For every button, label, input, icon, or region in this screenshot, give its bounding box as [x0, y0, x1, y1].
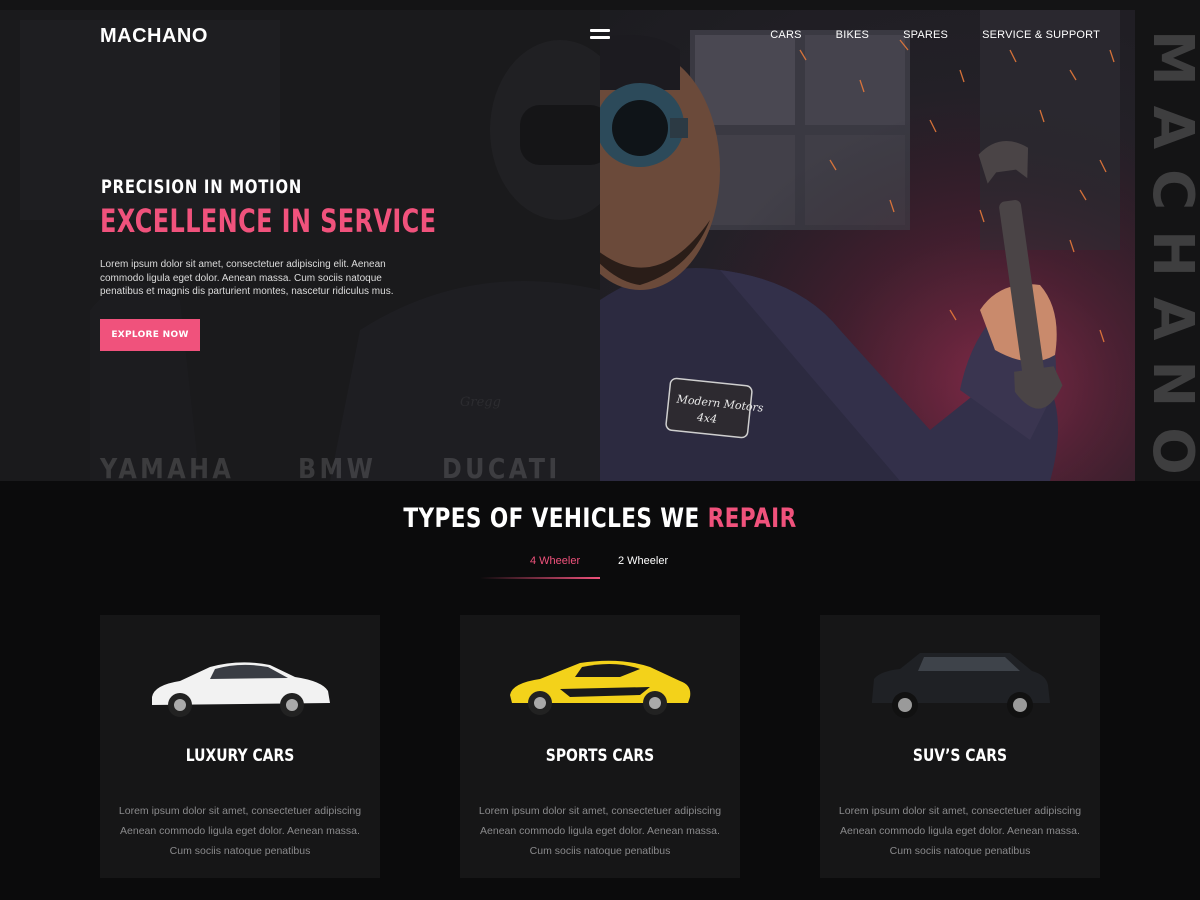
hero-section: Gregg Modern Motors 4x4 MACHANO MACHANO …	[0, 0, 1200, 481]
nav-cars[interactable]: CARS	[770, 29, 801, 41]
vertical-brand-text: MACHANO	[1140, 30, 1200, 481]
ghost-mechanic-image: Gregg	[0, 10, 600, 481]
card-line: Aenean commodo ligula eget dolor. Aenean…	[120, 825, 360, 837]
card-line: Lorem ipsum dolor sit amet, consectetuer…	[118, 805, 362, 817]
hero-top-strip	[0, 0, 1200, 10]
nav-spares[interactable]: SPARES	[903, 29, 948, 41]
card-line: Cum sociis natoque penatibus	[889, 845, 1031, 857]
brand-bmw: BMW	[298, 452, 377, 481]
suv-car-image	[872, 653, 1050, 718]
patch-line2: 4x4	[695, 411, 717, 426]
sports-car-image	[510, 660, 691, 715]
main-nav: CARS BIKES SPARES SERVICE & SUPPORT	[770, 29, 1100, 41]
card-line: Aenean commodo ligula eget dolor. Aenean…	[480, 825, 720, 837]
explore-now-button[interactable]: EXPLORE NOW	[100, 319, 200, 351]
nav-service-support[interactable]: SERVICE & SUPPORT	[982, 29, 1100, 41]
mechanic-photo: Modern Motors 4x4	[600, 10, 1135, 481]
tab-4-wheeler[interactable]: 4 Wheeler	[530, 555, 580, 567]
luxury-car-image	[152, 662, 330, 717]
card-description: Lorem ipsum dolor sit amet, consectetuer…	[820, 801, 1100, 861]
brand-strip: YAMAHA BMW DUCATI	[100, 452, 562, 481]
nav-bikes[interactable]: BIKES	[836, 29, 869, 41]
hero-title: EXCELLENCE IN SERVICE	[100, 202, 437, 240]
vehicle-card-luxury[interactable]: LUXURY CARS Lorem ipsum dolor sit amet, …	[100, 615, 380, 878]
hero-kicker: PRECISION IN MOTION	[101, 176, 303, 198]
ghost-name-text: Gregg	[460, 395, 501, 410]
card-line: Lorem ipsum dolor sit amet, consectetuer…	[838, 805, 1082, 817]
card-title: SUV’S CARS	[912, 746, 1008, 766]
vehicle-card-suv[interactable]: SUV’S CARS Lorem ipsum dolor sit amet, c…	[820, 615, 1100, 878]
card-line: Cum sociis natoque penatibus	[169, 845, 311, 857]
tab-2-wheeler[interactable]: 2 Wheeler	[618, 555, 668, 567]
vehicle-card-sports[interactable]: SPORTS CARS Lorem ipsum dolor sit amet, …	[460, 615, 740, 878]
card-line: Lorem ipsum dolor sit amet, consectetuer…	[478, 805, 722, 817]
active-tab-underline	[480, 577, 600, 579]
hero-photo: Modern Motors 4x4	[600, 10, 1135, 481]
card-description: Lorem ipsum dolor sit amet, consectetuer…	[460, 801, 740, 861]
card-description: Lorem ipsum dolor sit amet, consectetuer…	[100, 801, 380, 861]
brand-yamaha: YAMAHA	[100, 452, 235, 481]
logo[interactable]: MACHANO	[100, 25, 208, 48]
hero-left-panel: Gregg	[0, 10, 600, 481]
section-title-plain: TYPES OF VEHICLES WE	[403, 503, 708, 534]
card-title: LUXURY CARS	[185, 746, 295, 766]
card-line: Aenean commodo ligula eget dolor. Aenean…	[840, 825, 1080, 837]
section-title-accent: REPAIR	[707, 503, 797, 534]
vehicle-tabs: 4 Wheeler 2 Wheeler	[480, 555, 720, 579]
hero-description: Lorem ipsum dolor sit amet, consectetuer…	[100, 259, 394, 297]
brand-ducati: DUCATI	[442, 452, 561, 481]
hamburger-menu-icon[interactable]	[590, 29, 610, 39]
card-title: SPORTS CARS	[545, 746, 655, 766]
card-line: Cum sociis natoque penatibus	[529, 845, 671, 857]
section-title: TYPES OF VEHICLES WE REPAIR	[120, 503, 1080, 534]
